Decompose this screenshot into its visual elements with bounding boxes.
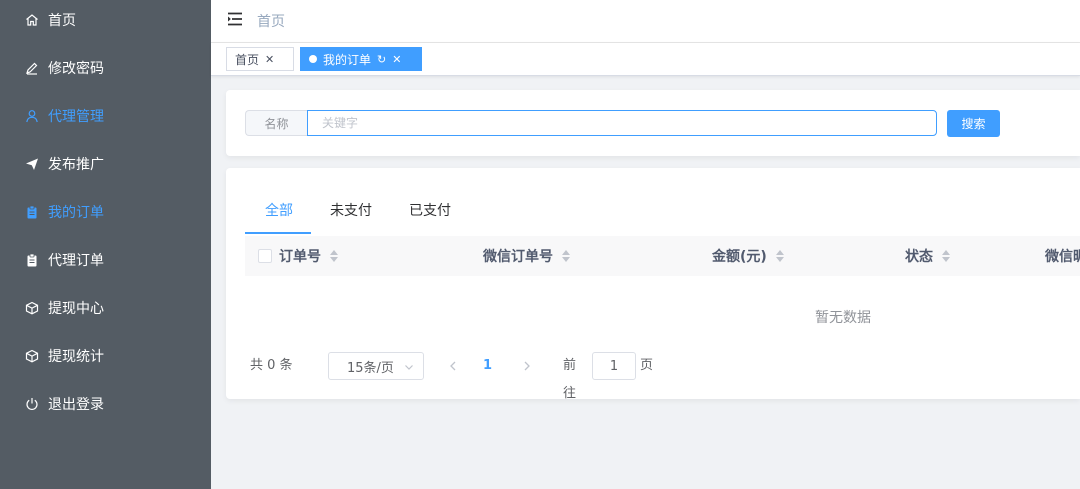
clipboard-icon <box>25 205 39 219</box>
home-icon <box>25 13 39 27</box>
column-label: 订单号 <box>279 249 321 265</box>
sidebar-item-withdraw-stats[interactable]: 提现统计 <box>0 332 211 380</box>
tag-label: 首页 <box>235 52 260 67</box>
close-icon[interactable]: ✕ <box>265 53 274 66</box>
box-icon <box>25 301 39 315</box>
tab-unpaid[interactable]: 未支付 <box>330 194 372 234</box>
orders-card: 全部 未支付 已支付 订单号 微信订单号 金额(元) 状态 微信昵 暂无数据 共… <box>226 168 1080 401</box>
column-wechat-nickname[interactable]: 微信昵 <box>1045 236 1080 276</box>
topbar: 首页 <box>211 0 1080 43</box>
tags-view: 首页 ✕ 我的订单 ↻ ✕ <box>211 43 1080 76</box>
chevron-down-icon <box>404 361 414 371</box>
sidebar: 首页 修改密码 代理管理 发布推广 我的订单 代理订单 提现中心 提现统计 退出… <box>0 0 211 489</box>
column-amount[interactable]: 金额(元) <box>712 236 784 276</box>
power-icon <box>25 397 39 411</box>
next-page-icon[interactable] <box>522 359 532 373</box>
sidebar-item-agent-orders[interactable]: 代理订单 <box>0 236 211 284</box>
select-all-checkbox[interactable] <box>258 249 272 263</box>
sidebar-item-label: 代理管理 <box>48 109 104 125</box>
tag-label: 我的订单 <box>323 52 372 67</box>
sort-icon[interactable] <box>330 250 338 262</box>
sidebar-item-label: 发布推广 <box>48 157 104 173</box>
sidebar-item-logout[interactable]: 退出登录 <box>0 380 211 428</box>
column-label: 微信订单号 <box>483 249 553 265</box>
page-number[interactable]: 1 <box>483 352 492 380</box>
breadcrumb[interactable]: 首页 <box>257 11 285 31</box>
sidebar-item-label: 代理订单 <box>48 253 104 269</box>
sort-icon[interactable] <box>942 250 950 262</box>
empty-text: 暂无数据 <box>815 310 871 326</box>
tab-all[interactable]: 全部 <box>265 194 293 234</box>
page-size-value: 15条/页 <box>347 360 394 376</box>
column-label: 金额(元) <box>712 249 767 265</box>
page-size-select[interactable]: 15条/页 <box>328 352 424 380</box>
tag-home[interactable]: 首页 ✕ <box>226 47 294 71</box>
sidebar-item-label: 首页 <box>48 13 76 29</box>
column-status[interactable]: 状态 <box>905 236 950 276</box>
box-icon <box>25 349 39 363</box>
tab-active-indicator <box>245 232 311 234</box>
tab-paid[interactable]: 已支付 <box>409 194 451 234</box>
sidebar-item-label: 提现中心 <box>48 301 104 317</box>
goto-page-input[interactable] <box>592 352 636 380</box>
sidebar-item-change-password[interactable]: 修改密码 <box>0 44 211 92</box>
column-order-no[interactable]: 订单号 <box>279 236 338 276</box>
sidebar-item-publish-promotion[interactable]: 发布推广 <box>0 140 211 188</box>
send-icon <box>25 157 39 171</box>
sidebar-item-agent-management[interactable]: 代理管理 <box>0 92 211 140</box>
tag-my-orders[interactable]: 我的订单 ↻ ✕ <box>300 47 422 71</box>
column-label: 微信昵 <box>1045 249 1080 265</box>
active-dot-icon <box>309 55 317 63</box>
table-header: 订单号 微信订单号 金额(元) 状态 微信昵 <box>245 236 1080 276</box>
goto-label: 前往 <box>563 358 577 401</box>
refresh-icon[interactable]: ↻ <box>377 53 386 66</box>
column-label: 状态 <box>905 249 933 265</box>
search-button[interactable]: 搜索 <box>947 110 1000 137</box>
close-icon[interactable]: ✕ <box>392 53 401 66</box>
sidebar-item-withdraw-center[interactable]: 提现中心 <box>0 284 211 332</box>
sort-icon[interactable] <box>562 250 570 262</box>
column-wechat-order-no[interactable]: 微信订单号 <box>483 236 570 276</box>
user-icon <box>25 109 39 123</box>
search-input[interactable] <box>307 110 937 136</box>
hamburger-icon[interactable] <box>228 12 242 26</box>
edit-icon <box>25 61 39 75</box>
sidebar-item-label: 提现统计 <box>48 349 104 365</box>
prev-page-icon[interactable] <box>448 359 458 373</box>
search-label: 名称 <box>245 110 307 136</box>
search-card: 名称 搜索 <box>226 90 1080 156</box>
order-tabs: 全部 未支付 已支付 <box>245 194 1080 236</box>
sidebar-item-label: 我的订单 <box>48 205 104 221</box>
sort-icon[interactable] <box>775 250 784 262</box>
clipboard-icon <box>25 253 39 267</box>
goto-unit: 页 <box>640 358 654 373</box>
search-field: 名称 <box>245 110 937 136</box>
sidebar-item-label: 修改密码 <box>48 61 104 77</box>
sidebar-item-my-orders[interactable]: 我的订单 <box>0 188 211 236</box>
sidebar-item-home[interactable]: 首页 <box>0 0 211 44</box>
total-count: 共 0 条 <box>250 358 293 373</box>
sidebar-item-label: 退出登录 <box>48 397 104 413</box>
